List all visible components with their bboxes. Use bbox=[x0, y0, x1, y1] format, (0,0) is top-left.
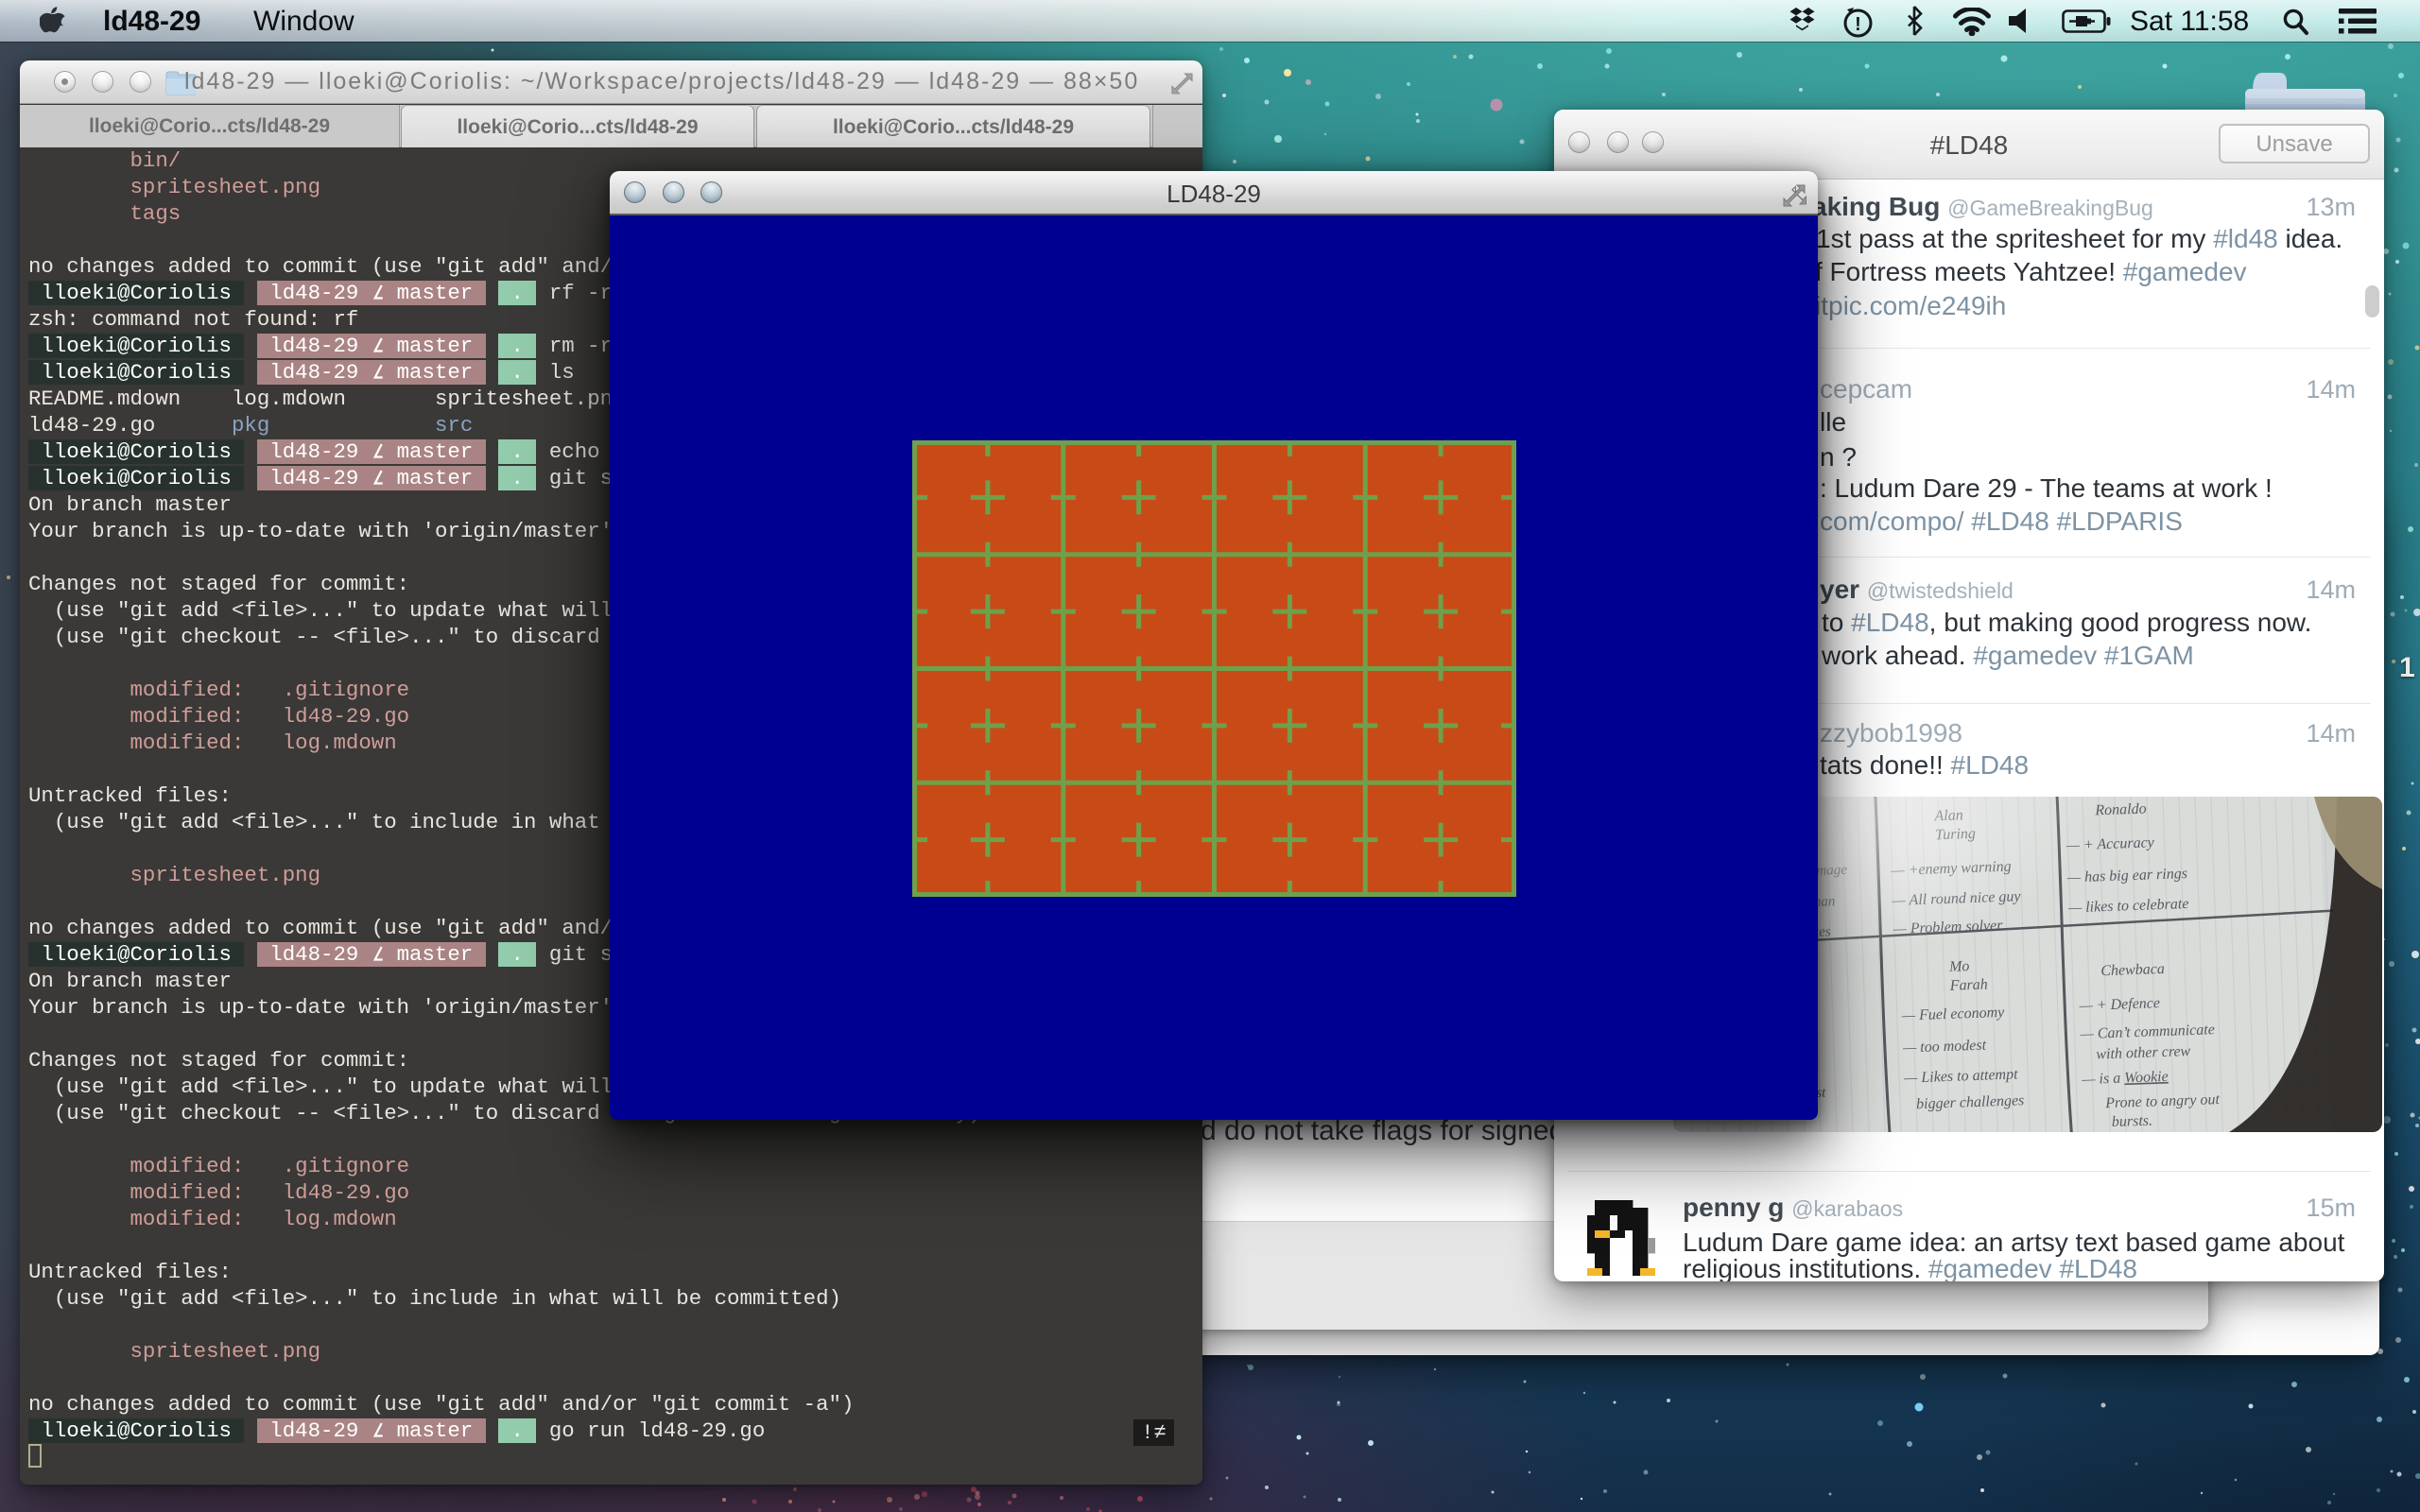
svg-text:!: ! bbox=[1855, 14, 1861, 35]
